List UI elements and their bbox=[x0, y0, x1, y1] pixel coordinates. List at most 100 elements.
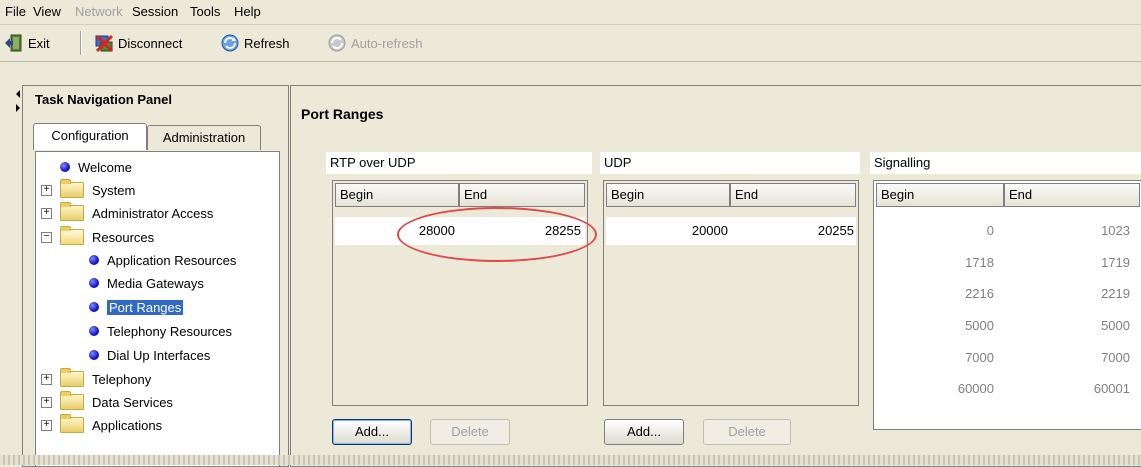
expand-plus-icon[interactable]: + bbox=[41, 397, 52, 408]
expand-plus-icon[interactable]: + bbox=[41, 185, 52, 196]
tab-administration[interactable]: Administration bbox=[147, 125, 261, 150]
tree-item-system[interactable]: System bbox=[60, 179, 135, 201]
tab-configuration[interactable]: Configuration bbox=[33, 123, 147, 150]
tree-item-application-resources[interactable]: Application Resources bbox=[89, 249, 236, 271]
signalling-begin-cell: 5000 bbox=[965, 318, 994, 333]
toolbar: Exit Disconnect Refresh Auto-refresh bbox=[0, 25, 1141, 62]
folder-icon bbox=[60, 368, 84, 387]
tree-item-resources[interactable]: Resources bbox=[60, 226, 154, 248]
tree-item-administrator-access[interactable]: Administrator Access bbox=[60, 202, 213, 224]
rtp-port-table: Begin End 28000 28255 bbox=[332, 180, 588, 406]
expand-plus-icon[interactable]: + bbox=[41, 420, 52, 431]
signalling-port-table: Begin End 0 1023 1718 1719 2216 2219 500… bbox=[873, 180, 1141, 430]
toolbar-separator bbox=[80, 31, 82, 55]
tree-item-label: Media Gateways bbox=[107, 275, 204, 291]
tree-item-applications[interactable]: Applications bbox=[60, 414, 162, 436]
navigation-tree: Welcome + System + Administrator Access … bbox=[35, 151, 280, 467]
tree-item-welcome[interactable]: Welcome bbox=[60, 156, 132, 178]
tree-item-label: Welcome bbox=[78, 159, 132, 175]
signalling-column-end[interactable]: End bbox=[1004, 183, 1140, 207]
refresh-button[interactable]: Refresh bbox=[220, 32, 290, 54]
disconnect-button[interactable]: Disconnect bbox=[94, 32, 182, 54]
signalling-group-title: Signalling bbox=[870, 152, 1141, 174]
folder-open-icon bbox=[60, 226, 84, 245]
tree-item-label: System bbox=[92, 182, 136, 198]
tree-item-telephony-resources[interactable]: Telephony Resources bbox=[89, 320, 232, 342]
disconnect-label: Disconnect bbox=[118, 35, 183, 51]
udp-column-begin[interactable]: Begin bbox=[606, 183, 730, 207]
rtp-column-begin[interactable]: Begin bbox=[335, 183, 459, 207]
signalling-end-cell: 7000 bbox=[1101, 350, 1130, 365]
disconnect-icon bbox=[95, 34, 114, 53]
signalling-end-cell: 1023 bbox=[1101, 223, 1130, 238]
signalling-begin-cell: 7000 bbox=[965, 350, 994, 365]
rtp-column-end[interactable]: End bbox=[459, 183, 585, 207]
expand-plus-icon[interactable]: + bbox=[41, 374, 52, 385]
nav-panel-title: Task Navigation Panel bbox=[35, 92, 173, 107]
tree-item-port-ranges[interactable]: Port Ranges bbox=[89, 296, 184, 318]
signalling-begin-cell: 1718 bbox=[965, 255, 994, 270]
rtp-end-cell: 28255 bbox=[544, 223, 581, 238]
node-bullet-icon bbox=[89, 350, 99, 360]
tree-item-telephony[interactable]: Telephony bbox=[60, 368, 151, 390]
status-strip bbox=[0, 455, 1141, 465]
udp-add-button[interactable]: Add... bbox=[604, 419, 684, 445]
signalling-begin-cell: 60000 bbox=[957, 381, 994, 396]
tree-item-data-services[interactable]: Data Services bbox=[60, 391, 173, 413]
exit-label: Exit bbox=[28, 35, 50, 51]
tree-item-label: Data Services bbox=[92, 394, 173, 410]
udp-column-end[interactable]: End bbox=[730, 183, 856, 207]
rtp-delete-button: Delete bbox=[430, 419, 510, 445]
refresh-label: Refresh bbox=[244, 35, 290, 51]
tree-item-label: Telephony bbox=[92, 371, 152, 387]
tree-item-media-gateways[interactable]: Media Gateways bbox=[89, 272, 204, 294]
menu-network: Network bbox=[75, 4, 123, 19]
udp-port-table: Begin End 20000 20255 bbox=[603, 180, 859, 406]
udp-end-cell: 20255 bbox=[817, 223, 854, 238]
refresh-icon bbox=[221, 34, 239, 52]
rtp-add-button[interactable]: Add... bbox=[332, 419, 412, 445]
menu-bar: File View Network Session Tools Help bbox=[0, 0, 1141, 25]
node-bullet-icon bbox=[60, 162, 70, 172]
folder-icon bbox=[60, 202, 84, 221]
folder-icon bbox=[60, 179, 84, 198]
rtp-group-title: RTP over UDP bbox=[326, 152, 592, 174]
signalling-end-cell: 5000 bbox=[1101, 318, 1130, 333]
udp-group-title: UDP bbox=[600, 152, 860, 174]
auto-refresh-icon bbox=[328, 34, 346, 52]
menu-help[interactable]: Help bbox=[234, 4, 261, 19]
auto-refresh-label: Auto-refresh bbox=[351, 35, 423, 51]
expand-plus-icon[interactable]: + bbox=[41, 208, 52, 219]
folder-icon bbox=[60, 391, 84, 410]
exit-button[interactable]: Exit bbox=[4, 32, 50, 54]
menu-view[interactable]: View bbox=[33, 4, 61, 19]
udp-begin-cell: 20000 bbox=[691, 223, 728, 238]
tree-item-dial-up-interfaces[interactable]: Dial Up Interfaces bbox=[89, 344, 210, 366]
tree-item-label: Administrator Access bbox=[92, 205, 214, 221]
node-bullet-icon bbox=[89, 302, 99, 312]
collapse-minus-icon[interactable]: − bbox=[41, 232, 52, 243]
rtp-begin-cell: 28000 bbox=[418, 223, 455, 238]
tree-item-label: Applications bbox=[92, 417, 163, 433]
collapse-strip bbox=[0, 62, 22, 455]
menu-file[interactable]: File bbox=[5, 4, 26, 19]
expand-right-icon[interactable] bbox=[16, 104, 20, 112]
menu-session[interactable]: Session bbox=[132, 4, 178, 19]
node-bullet-icon bbox=[89, 326, 99, 336]
exit-door-icon bbox=[5, 34, 22, 52]
collapse-left-icon[interactable] bbox=[16, 90, 20, 98]
tree-item-label: Resources bbox=[92, 229, 155, 245]
signalling-end-cell: 1719 bbox=[1101, 255, 1130, 270]
tree-item-label: Application Resources bbox=[107, 252, 237, 268]
signalling-column-begin[interactable]: Begin bbox=[876, 183, 1004, 207]
node-bullet-icon bbox=[89, 255, 99, 265]
tree-item-label-selected: Port Ranges bbox=[107, 299, 184, 315]
menu-tools[interactable]: Tools bbox=[190, 4, 220, 19]
auto-refresh-button: Auto-refresh bbox=[327, 32, 423, 54]
signalling-begin-cell: 2216 bbox=[965, 286, 994, 301]
node-bullet-icon bbox=[89, 278, 99, 288]
folder-icon bbox=[60, 414, 84, 433]
signalling-end-cell: 2219 bbox=[1101, 286, 1130, 301]
tree-item-label: Dial Up Interfaces bbox=[107, 347, 211, 363]
page-title: Port Ranges bbox=[301, 106, 384, 122]
